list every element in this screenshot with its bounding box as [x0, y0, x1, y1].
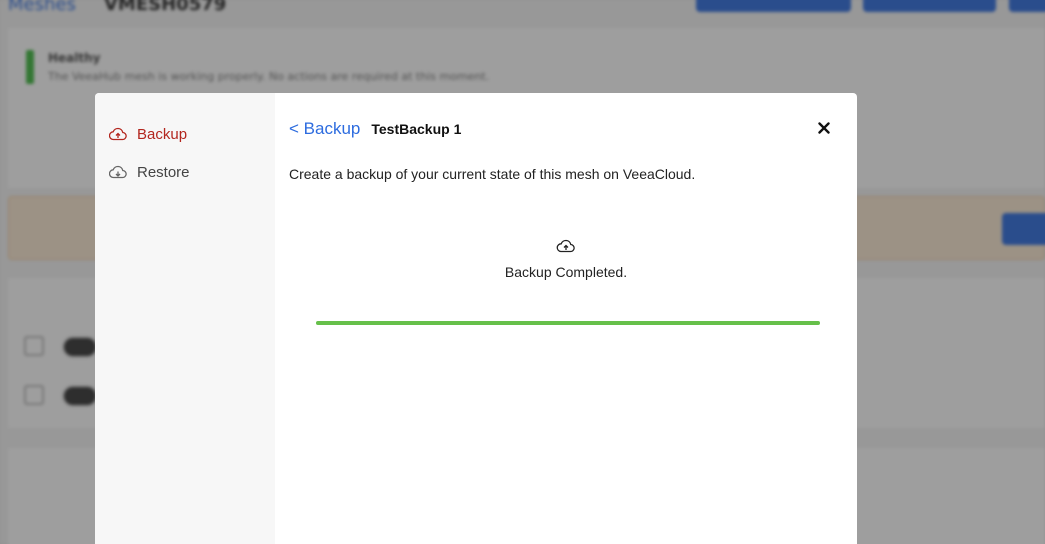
sidebar-item-backup[interactable]: Backup	[95, 115, 275, 153]
sidebar-item-label: Restore	[137, 163, 190, 181]
sidebar-item-label: Backup	[137, 125, 188, 143]
cloud-download-icon	[109, 164, 129, 180]
backup-progress-bar	[316, 321, 820, 325]
backup-progress-fill	[316, 321, 820, 325]
close-button[interactable]	[817, 121, 831, 135]
backup-description: Create a backup of your current state of…	[289, 166, 696, 182]
sidebar-item-restore[interactable]: Restore	[95, 153, 275, 191]
back-link[interactable]: < Backup	[289, 119, 360, 139]
backup-modal: Backup Restore < Backup TestBackup 1 Cre…	[95, 93, 857, 544]
backup-status: Backup Completed.	[275, 239, 857, 280]
cloud-upload-icon	[556, 239, 576, 253]
backup-status-text: Backup Completed.	[504, 264, 628, 280]
backup-title: TestBackup 1	[371, 121, 462, 137]
modal-sidebar: Backup Restore	[95, 93, 275, 544]
close-icon	[818, 122, 830, 134]
modal-content: < Backup TestBackup 1 Create a backup of…	[275, 93, 857, 544]
cloud-upload-icon	[109, 126, 129, 142]
modal-header: < Backup TestBackup 1	[289, 119, 833, 139]
